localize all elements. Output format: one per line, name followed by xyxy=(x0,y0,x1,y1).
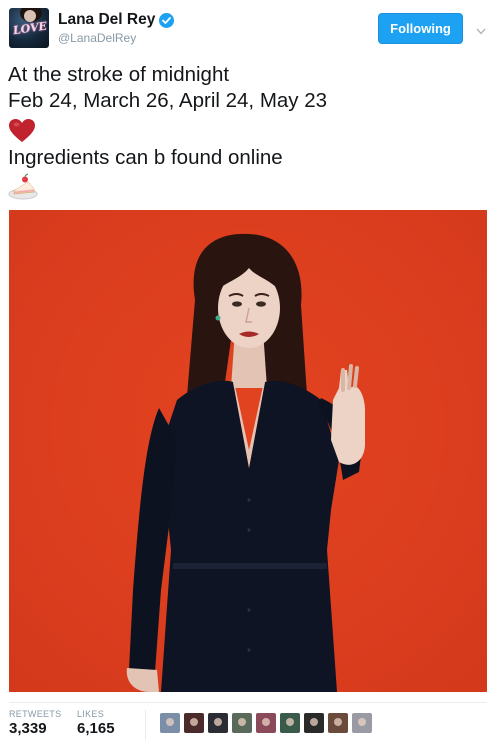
user-handle[interactable]: @LanaDelRey xyxy=(58,31,136,45)
stats-divider xyxy=(9,702,487,703)
likes-count[interactable]: 6,165 xyxy=(77,720,115,737)
tweet-text-line-1: At the stroke of midnight xyxy=(8,63,230,86)
avatar-love-text: LOVE xyxy=(12,19,48,38)
author-name-line[interactable]: Lana Del Rey xyxy=(58,10,175,30)
liker-avatar[interactable] xyxy=(256,713,276,733)
avatar[interactable]: LOVE xyxy=(9,8,49,48)
retweets-count[interactable]: 3,339 xyxy=(9,720,47,737)
display-name[interactable]: Lana Del Rey xyxy=(58,11,155,29)
liker-avatar[interactable] xyxy=(280,713,300,733)
liker-avatar[interactable] xyxy=(160,713,180,733)
tweet-card: LOVE Lana Del Rey @LanaDelRey Following … xyxy=(0,0,495,750)
liker-avatar[interactable] xyxy=(328,713,348,733)
liker-avatars xyxy=(160,713,372,733)
chevron-down-icon[interactable] xyxy=(476,22,486,40)
tweet-text-line-3: Ingredients can b found online xyxy=(8,146,283,169)
liker-avatar[interactable] xyxy=(208,713,228,733)
liker-avatar[interactable] xyxy=(184,713,204,733)
cake-icon xyxy=(8,170,40,200)
liker-avatar[interactable] xyxy=(304,713,324,733)
liker-avatar[interactable] xyxy=(232,713,252,733)
stats-separator xyxy=(145,710,146,740)
liker-avatar[interactable] xyxy=(352,713,372,733)
portrait-photo[interactable] xyxy=(9,210,487,692)
likes-label[interactable]: LIKES xyxy=(77,709,104,719)
following-button[interactable]: Following xyxy=(378,13,463,44)
tweet-text-line-2: Feb 24, March 26, April 24, May 23 xyxy=(8,89,328,112)
heart-icon xyxy=(8,118,36,144)
retweets-label[interactable]: RETWEETS xyxy=(9,709,61,719)
verified-badge-icon xyxy=(159,12,175,28)
